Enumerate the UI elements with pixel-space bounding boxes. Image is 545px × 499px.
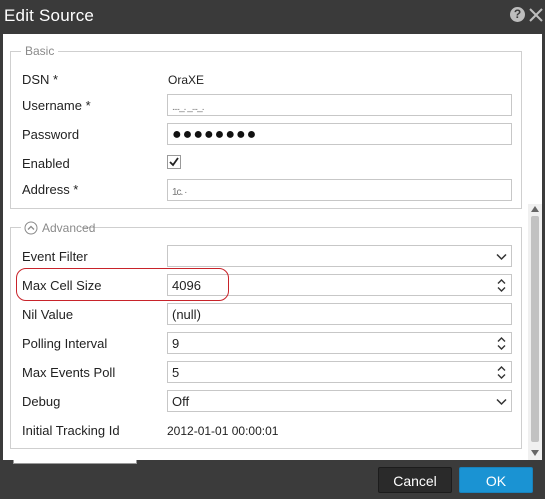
- enabled-checkbox[interactable]: [167, 155, 181, 169]
- scroll-up-arrow-icon[interactable]: [531, 206, 539, 212]
- scrollbar-thumb[interactable]: [531, 216, 539, 442]
- enabled-label: Enabled: [22, 156, 70, 171]
- debug-value: Off: [172, 394, 190, 409]
- password-value: ●●●●●●●●: [172, 126, 258, 143]
- password-label: Password: [22, 127, 80, 142]
- dialog-content: Basic DSN * OraXE Username * ...._. _...…: [3, 34, 542, 460]
- password-field[interactable]: ●●●●●●●●: [167, 123, 512, 145]
- username-label: Username *: [22, 98, 91, 113]
- cancel-button[interactable]: Cancel: [378, 467, 452, 493]
- scroll-down-arrow-icon[interactable]: [531, 450, 539, 456]
- initial-tracking-id-label: Initial Tracking Id: [22, 423, 120, 438]
- max-events-poll-label: Max Events Poll: [22, 365, 116, 380]
- address-label: Address *: [22, 182, 79, 197]
- close-icon[interactable]: [528, 5, 544, 23]
- advanced-legend: Advanced: [42, 221, 96, 235]
- debug-select[interactable]: Off: [167, 390, 512, 412]
- max-events-poll-stepper[interactable]: 5: [167, 361, 512, 383]
- debug-label: Debug: [22, 394, 61, 409]
- hidden-section-edge: [13, 460, 137, 464]
- max-events-poll-value: 5: [172, 365, 180, 380]
- initial-tracking-id-value: 2012-01-01 00:00:01: [167, 424, 279, 438]
- vertical-scrollbar[interactable]: [528, 204, 542, 460]
- polling-interval-label: Polling Interval: [22, 336, 108, 351]
- address-field[interactable]: 1c. ·: [167, 179, 512, 201]
- basic-legend: Basic: [21, 44, 59, 58]
- dsn-value: OraXE: [168, 73, 205, 87]
- dialog-footer: Cancel OK: [0, 460, 545, 499]
- edit-source-dialog: Edit Source ? Basic DSN * OraXE Username…: [0, 0, 545, 499]
- max-cell-size-highlight: [16, 268, 229, 301]
- dsn-label: DSN *: [22, 72, 59, 87]
- help-icon[interactable]: ?: [510, 7, 525, 22]
- ok-button[interactable]: OK: [459, 467, 533, 493]
- advanced-toggle[interactable]: Advanced: [21, 220, 95, 236]
- nil-value-value: (null): [172, 307, 201, 322]
- spinner-icon[interactable]: [497, 278, 506, 293]
- collapse-chevron-up-icon: [24, 221, 38, 235]
- spinner-icon[interactable]: [497, 365, 506, 380]
- title-bar: Edit Source ?: [0, 0, 545, 34]
- dialog-title: Edit Source: [4, 6, 95, 25]
- chevron-down-icon: [496, 398, 507, 406]
- spinner-icon[interactable]: [497, 336, 506, 351]
- username-field[interactable]: ...._. _..._.: [167, 94, 512, 116]
- polling-interval-value: 9: [172, 336, 180, 351]
- chevron-down-icon: [496, 253, 507, 261]
- username-value: ...._. _..._.: [172, 102, 204, 113]
- nil-value-label: Nil Value: [22, 307, 74, 322]
- address-value: 1c. ·: [172, 187, 187, 198]
- nil-value-field[interactable]: (null): [167, 303, 512, 325]
- event-filter-label: Event Filter: [22, 249, 88, 264]
- event-filter-select[interactable]: [167, 245, 512, 267]
- polling-interval-stepper[interactable]: 9: [167, 332, 512, 354]
